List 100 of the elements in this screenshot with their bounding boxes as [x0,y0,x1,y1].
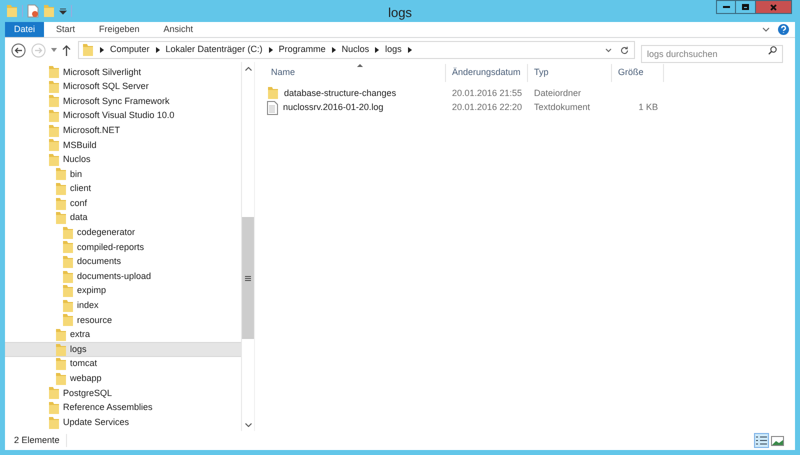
folder-icon [62,226,74,240]
tree-item[interactable]: client [5,182,241,196]
column-header[interactable]: Typ [528,64,612,82]
scrollbar-thumb[interactable] [242,217,254,339]
document-icon [267,100,278,115]
chevron-right-icon [156,47,160,53]
tree-item[interactable]: Microsoft Sync Framework [5,94,241,109]
maximize-button[interactable] [736,0,756,14]
date-cell-text: 20.01.2016 21:55 [451,86,524,100]
folder-icon [48,80,60,94]
tree-item[interactable]: data [5,210,241,226]
details-view-button[interactable] [754,433,769,448]
address-bar[interactable]: Computer Lokaler Datenträger (C:) Programme Nuclos logs [78,41,635,59]
folder-icon [267,86,279,100]
folder-icon [62,255,74,270]
folder-icon [62,298,74,313]
ribbon-tab[interactable]: Ansicht [152,22,206,37]
tree-item[interactable]: Microsoft Visual Studio 10.0 [5,108,241,124]
breadcrumb-link[interactable]: Lokaler Datenträger (C:) [166,43,263,57]
folder-icon [48,109,60,124]
breadcrumb-link[interactable]: Nuclos [342,43,370,57]
tree-item[interactable]: Update Services [5,415,241,430]
size-cell-text: 1 KB [637,101,659,114]
column-header[interactable]: Größe [612,64,664,82]
minimize-button[interactable] [716,0,736,14]
type-cell-text: Textdokument [533,101,592,114]
folder-icon [55,211,67,226]
search-icon [768,46,777,54]
tree-item[interactable]: compiled-reports [5,240,241,255]
scrollbar[interactable] [241,62,254,431]
tree-item[interactable]: bin [5,167,241,182]
file-name[interactable]: nuclossrv.2016-01-20.log [283,101,384,114]
folder-icon [55,328,67,342]
date-cell-text: 20.01.2016 22:20 [451,101,524,114]
folder-icon [48,65,60,80]
tree-item[interactable]: resource [5,313,241,328]
chevron-down-icon[interactable] [605,48,612,52]
close-button[interactable] [756,0,792,14]
folder-icon [48,138,60,152]
tree-item[interactable]: Reference Assemblies [5,400,241,416]
folder-icon [55,196,67,211]
folder-icon [82,43,94,57]
tree-item[interactable]: Microsoft Silverlight [5,65,241,80]
tree-item[interactable]: extra [5,328,241,342]
tree-item[interactable]: conf [5,196,241,211]
folder-icon [55,182,67,196]
ribbon-tab[interactable]: Start [44,22,88,37]
tree-item[interactable]: webapp [5,371,241,386]
tree-item[interactable]: codegenerator [5,226,241,240]
tree-item[interactable]: logs [5,342,241,357]
back-icon[interactable] [11,42,26,58]
tree-item[interactable]: PostgreSQL [5,386,241,401]
chevron-right-icon [332,47,336,53]
breadcrumb-link[interactable]: Computer [110,43,150,57]
folder-icon [62,270,74,284]
tree-item[interactable]: Nuclos [5,152,241,168]
chevron-right-icon [375,47,380,53]
thumbnail-view-icon[interactable] [771,436,784,446]
column-header[interactable]: Änderungsdatum [446,64,528,82]
help-icon[interactable] [778,24,789,35]
breadcrumb-link[interactable]: logs [385,43,402,57]
folder-icon [62,313,74,328]
refresh-icon[interactable] [620,46,629,54]
folder-icon [48,416,60,430]
breadcrumb-link[interactable]: Programme [278,43,326,57]
close-icon [770,4,777,10]
tree-item[interactable]: MSBuild [5,138,241,153]
dropdown-icon[interactable] [59,7,67,15]
details-view-icon [756,436,767,445]
file-name[interactable]: database-structure-changes [284,86,396,100]
up-arrow-icon[interactable] [62,44,71,56]
window-title: logs [388,4,412,22]
chevron-right-icon [100,47,104,53]
folder-icon [48,124,60,138]
chevron-down-icon[interactable] [762,26,770,32]
folder-icon [55,372,67,386]
folder-icon [48,400,60,415]
grip-icon [245,276,251,280]
ribbon-tab[interactable]: Freigeben [87,22,152,37]
folder-icon [6,4,18,18]
scroll-down-icon[interactable] [244,422,252,426]
tree-item[interactable]: documents [5,254,241,270]
folder-icon [48,94,60,108]
tree-item[interactable]: index [5,298,241,314]
properties-icon[interactable] [27,4,39,18]
tree-item[interactable]: documents-upload [5,269,241,284]
item-count: 2 Elemente [14,434,67,448]
tree-item[interactable]: Microsoft SQL Server [5,80,241,94]
ribbon-tab[interactable]: Datei [5,22,44,37]
tree-item[interactable]: tomcat [5,356,241,372]
search-field[interactable]: logs durchsuchen [641,45,783,63]
chevron-right-icon [408,47,412,53]
scroll-up-icon[interactable] [244,66,252,70]
caret-icon[interactable] [51,48,57,52]
type-cell-text: Dateiordner [533,86,582,100]
sort-arrow-icon [357,64,363,67]
tree-item[interactable]: expimp [5,284,241,298]
tree-item[interactable]: Microsoft.NET [5,123,241,138]
folder-icon [62,240,74,254]
folder-icon [48,386,60,400]
